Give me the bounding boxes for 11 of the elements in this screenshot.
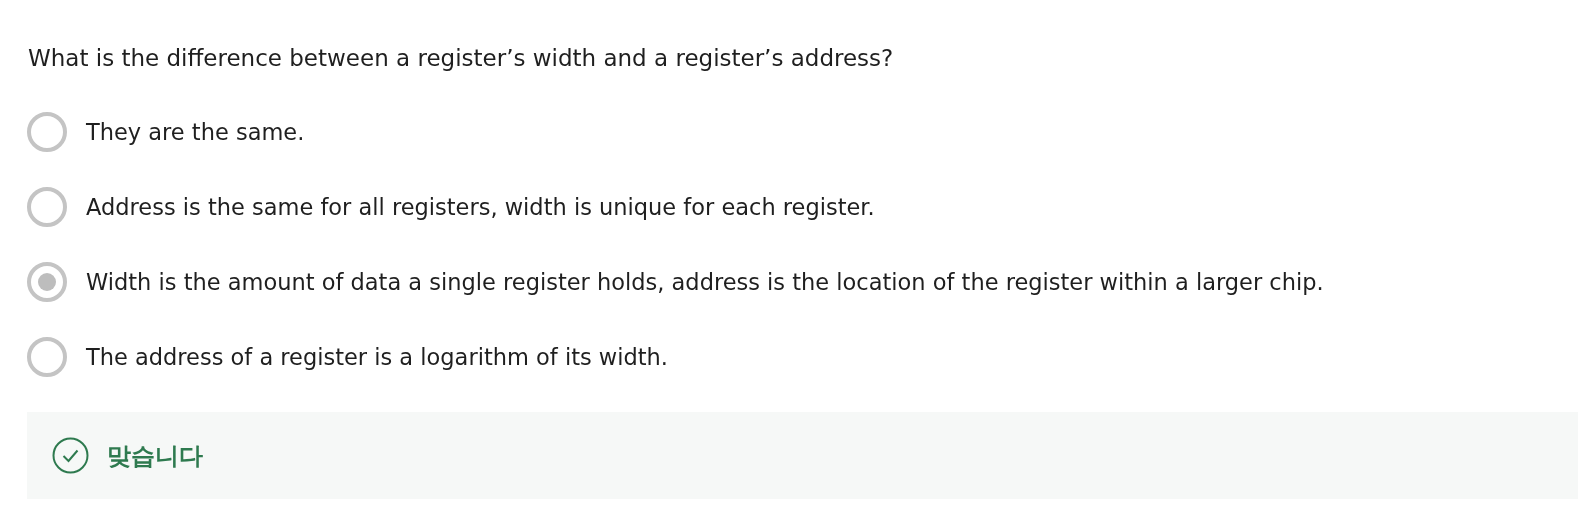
- option-label: Address is the same for all registers, width is unique for each register.: [86, 193, 875, 222]
- option-label: The address of a register is a logarithm of its width.: [86, 343, 668, 372]
- feedback-text: 맞습니다: [107, 440, 203, 472]
- check-circle-icon: [52, 437, 89, 474]
- radio-button[interactable]: [27, 337, 67, 377]
- option-label: Width is the amount of data a single register holds, address is the location of the register within a larger chip.: [86, 268, 1324, 297]
- question-text: What is the difference between a register’s width and a register’s address?: [28, 44, 895, 73]
- option-label: They are the same.: [86, 118, 305, 147]
- radio-button[interactable]: [27, 187, 67, 227]
- radio-button[interactable]: [27, 112, 67, 152]
- radio-button[interactable]: [27, 262, 67, 302]
